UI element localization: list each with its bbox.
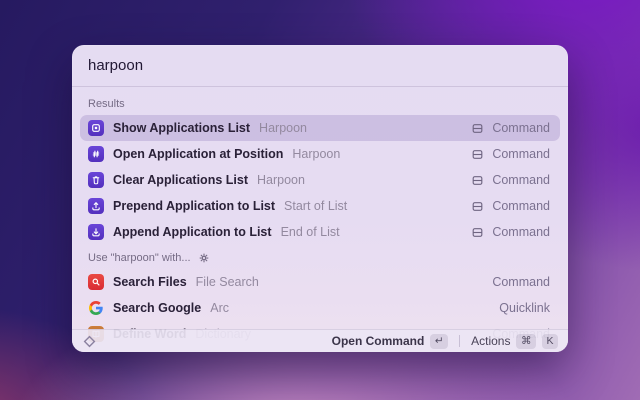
result-accessory: Command (471, 173, 550, 187)
result-subtitle: End of List (280, 225, 340, 239)
result-row-show-applications-list[interactable]: Show Applications List Harpoon Command (80, 115, 560, 141)
result-type: Command (492, 199, 550, 213)
result-subtitle: Arc (210, 301, 229, 315)
raycast-window: Results Show Applications List Harpoon C… (72, 45, 568, 352)
actions-label: Actions (471, 334, 511, 348)
drive-icon (472, 227, 483, 237)
upload-tray-icon (88, 198, 104, 214)
gear-icon[interactable] (198, 252, 210, 264)
result-row-search-files[interactable]: Search Files File Search Command (80, 269, 560, 295)
result-type: Command (492, 275, 550, 289)
result-subtitle: Harpoon (292, 147, 341, 161)
result-type: Command (492, 147, 550, 161)
trash-icon (88, 172, 104, 188)
result-row-clear-applications-list[interactable]: Clear Applications List Harpoon Command (80, 167, 560, 193)
result-type: Command (492, 121, 550, 135)
drive-icon (472, 149, 483, 159)
result-row-search-google[interactable]: Search Google Arc Quicklink (80, 295, 560, 321)
cmd-keycap: ⌘ (516, 333, 536, 349)
result-type: Command (492, 173, 550, 187)
result-title: Show Applications List (113, 121, 251, 135)
google-icon (88, 300, 104, 316)
result-title: Append Application to List (113, 225, 272, 239)
result-row-append-application-to-list[interactable]: Append Application to List End of List C… (80, 219, 560, 245)
search-input[interactable] (88, 57, 552, 74)
app-window-icon (88, 120, 104, 136)
drive-icon (472, 123, 483, 133)
result-title: Search Google (113, 301, 202, 315)
search-bar (72, 45, 568, 87)
download-tray-icon (88, 224, 104, 240)
open-command-label: Open Command (331, 334, 425, 348)
section-label-text: Results (88, 98, 125, 110)
result-type: Quicklink (499, 301, 550, 315)
hash-icon (88, 146, 104, 162)
result-subtitle: Harpoon (259, 121, 307, 135)
drive-icon (472, 175, 483, 185)
section-label-text: Use "harpoon" with... (88, 252, 191, 264)
file-search-icon (88, 274, 104, 290)
open-command-button[interactable]: Open Command ↵ (331, 333, 449, 349)
result-title: Prepend Application to List (113, 199, 276, 213)
result-accessory: Command (471, 147, 550, 161)
result-subtitle: Harpoon (256, 173, 305, 187)
raycast-logo-icon (83, 335, 96, 347)
result-row-open-application-at-position[interactable]: Open Application at Position Harpoon Com… (80, 141, 560, 167)
result-accessory: Command (471, 225, 550, 239)
result-accessory: Command (471, 121, 550, 135)
result-subtitle: Start of List (284, 199, 348, 213)
results-list: Results Show Applications List Harpoon C… (72, 87, 568, 347)
result-accessory: Command (492, 275, 550, 289)
section-header-results: Results (80, 91, 560, 115)
section-header-use-with: Use "harpoon" with... (80, 245, 560, 269)
result-title: Search Files (113, 275, 187, 289)
action-bar: Open Command ↵ Actions ⌘ K (72, 329, 568, 352)
footer-divider (459, 335, 461, 347)
result-accessory: Quicklink (499, 301, 550, 315)
k-keycap: K (541, 333, 558, 349)
result-type: Command (492, 225, 550, 239)
result-title: Open Application at Position (113, 147, 284, 161)
result-subtitle: File Search (195, 275, 259, 289)
actions-button[interactable]: Actions ⌘ K (471, 333, 558, 349)
drive-icon (472, 201, 483, 211)
result-title: Clear Applications List (113, 173, 248, 187)
result-row-prepend-application-to-list[interactable]: Prepend Application to List Start of Lis… (80, 193, 560, 219)
result-accessory: Command (471, 199, 550, 213)
enter-keycap: ↵ (430, 333, 449, 349)
